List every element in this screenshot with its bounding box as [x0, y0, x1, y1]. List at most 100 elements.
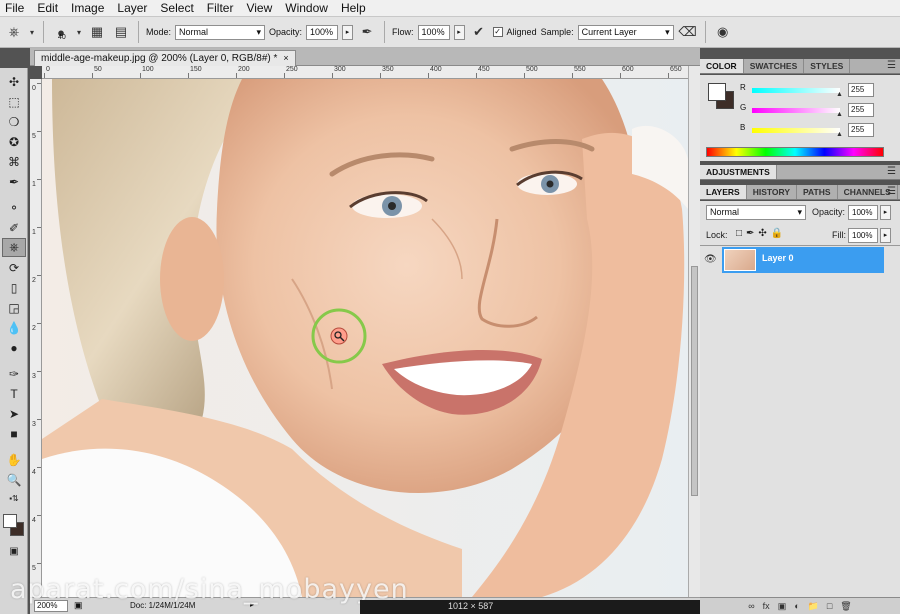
ruler-label: 200: [238, 66, 250, 73]
blue-gradient: [752, 128, 840, 133]
pressure-size-icon[interactable]: ◉: [713, 22, 733, 42]
quick-selection-tool-icon[interactable]: ✪: [2, 132, 26, 151]
crop-tool-icon[interactable]: ⌘: [2, 152, 26, 171]
clone-stamp-preset-icon[interactable]: ⎈: [4, 22, 24, 42]
vertical-scrollbar[interactable]: [688, 66, 700, 597]
menu-file[interactable]: File: [0, 0, 32, 16]
mode-dropdown[interactable]: Normal: [175, 24, 266, 40]
menu-edit[interactable]: Edit: [32, 0, 66, 16]
opacity-arrow-button[interactable]: ▸: [342, 24, 354, 40]
tab-history[interactable]: HISTORY: [747, 185, 798, 199]
menu-filter[interactable]: Filter: [202, 0, 242, 16]
tab-styles[interactable]: STYLES: [804, 59, 851, 73]
menu-window[interactable]: Window: [280, 0, 336, 16]
default-colors-icon[interactable]: ▪⇅: [2, 492, 26, 504]
red-gradient: [752, 88, 840, 93]
color-spectrum-bar[interactable]: [706, 147, 884, 157]
red-value-field[interactable]: 255: [848, 83, 874, 97]
dimension-readout: 1012 × 587: [448, 601, 494, 611]
spot-healing-tool-icon[interactable]: ⚬: [2, 198, 26, 217]
green-label: G: [740, 103, 747, 112]
slider-knob-icon[interactable]: ▲: [836, 91, 843, 98]
ruler-label: 5: [32, 133, 36, 140]
dropdown-arrow-icon[interactable]: ▾: [75, 22, 83, 42]
history-brush-tool-icon[interactable]: ⟳: [2, 258, 26, 277]
slider-knob-icon[interactable]: ▲: [836, 111, 843, 118]
ruler-label: 2: [32, 325, 36, 332]
menu-help[interactable]: Help: [336, 0, 374, 16]
menu-select[interactable]: Select: [155, 0, 201, 16]
link-layers-icon[interactable]: ∞: [748, 601, 754, 611]
group-folder-icon[interactable]: 📁: [808, 601, 819, 612]
menu-layer[interactable]: Layer: [112, 0, 155, 16]
panel-menu-icon[interactable]: ☰: [887, 185, 896, 199]
fill-field[interactable]: 100%: [848, 228, 878, 243]
airbrush-icon[interactable]: ✔: [469, 22, 489, 42]
trash-icon[interactable]: 🗑: [840, 601, 851, 612]
move-tool-icon[interactable]: ✣: [2, 72, 26, 91]
slider-knob-icon[interactable]: ▲: [836, 131, 843, 138]
toggle-brush-panel-icon[interactable]: ▦: [87, 22, 107, 42]
flow-field[interactable]: 100%: [417, 24, 450, 40]
lock-options-icon[interactable]: □✒✣🔒: [736, 228, 787, 239]
tab-adjustments[interactable]: ADJUSTMENTS: [700, 165, 777, 179]
tab-layers[interactable]: LAYERS: [700, 185, 747, 199]
eye-visibility-icon[interactable]: 👁: [704, 254, 717, 265]
tab-swatches[interactable]: SWATCHES: [744, 59, 805, 73]
menu-view[interactable]: View: [241, 0, 280, 16]
layer-opacity-field[interactable]: 100%: [848, 205, 878, 220]
panel-menu-icon[interactable]: ☰: [887, 165, 896, 179]
layer-row[interactable]: Layer 0: [722, 247, 884, 273]
fill-arrow[interactable]: ▸: [880, 228, 891, 243]
scrollbar-thumb[interactable]: [691, 266, 698, 496]
ruler-label: 350: [382, 66, 394, 73]
type-tool-icon[interactable]: T: [2, 384, 26, 403]
clone-source-panel-icon[interactable]: ▤: [111, 22, 131, 42]
adjustment-layer-icon[interactable]: ◐: [794, 601, 799, 611]
aligned-checkbox[interactable]: ✓: [492, 27, 503, 37]
document-tab[interactable]: middle-age-makeup.jpg @ 200% (Layer 0, R…: [34, 50, 296, 66]
dodge-tool-icon[interactable]: ●: [2, 338, 26, 357]
menu-image[interactable]: Image: [66, 0, 112, 16]
foreground-color-swatch[interactable]: [3, 514, 17, 528]
tab-paths[interactable]: PATHS: [797, 185, 838, 199]
flow-label: Flow:: [392, 27, 414, 37]
fx-icon[interactable]: fx: [763, 601, 770, 611]
lasso-tool-icon[interactable]: ❍: [2, 112, 26, 131]
rectangle-tool-icon[interactable]: ■: [2, 424, 26, 443]
sample-dropdown[interactable]: Current Layer: [577, 24, 674, 40]
marquee-tool-icon[interactable]: ⬚: [2, 92, 26, 111]
green-gradient: [752, 108, 840, 113]
pressure-opacity-icon[interactable]: ✒: [357, 22, 377, 42]
opacity-field[interactable]: 100%: [306, 24, 339, 40]
ruler-label: 2: [32, 277, 36, 284]
hand-tool-icon[interactable]: ✋: [2, 450, 26, 469]
paint-bucket-tool-icon[interactable]: ◲: [2, 298, 26, 317]
layer-opacity-arrow[interactable]: ▸: [880, 205, 891, 220]
tab-color[interactable]: COLOR: [700, 59, 744, 73]
document-title: middle-age-makeup.jpg @ 200% (Layer 0, R…: [41, 53, 278, 64]
blur-tool-icon[interactable]: 💧: [2, 318, 26, 337]
blend-mode-dropdown[interactable]: Normal: [706, 205, 806, 220]
blue-value-field[interactable]: 255: [848, 123, 874, 137]
green-value-field[interactable]: 255: [848, 103, 874, 117]
close-icon[interactable]: ×: [283, 53, 288, 63]
zoom-tool-icon[interactable]: 🔍: [2, 470, 26, 489]
panel-menu-icon[interactable]: ☰: [887, 59, 896, 73]
new-layer-icon[interactable]: □: [827, 601, 832, 611]
eyedropper-tool-icon[interactable]: ✒: [2, 172, 26, 191]
image-canvas[interactable]: [42, 79, 688, 597]
clone-stamp-tool-icon[interactable]: ⎈: [2, 238, 26, 257]
ruler-label: 250: [286, 66, 298, 73]
pen-tool-icon[interactable]: ✑: [2, 364, 26, 383]
ignore-adjustment-layers-icon[interactable]: ⌫: [678, 22, 698, 42]
color-fg-swatch[interactable]: [708, 83, 726, 101]
brush-tool-icon[interactable]: ✐: [2, 218, 26, 237]
layer-mask-icon[interactable]: ▣: [778, 601, 787, 612]
quick-mask-icon[interactable]: ▣: [2, 542, 26, 561]
eraser-tool-icon[interactable]: ▯: [2, 278, 26, 297]
ruler-label: 650: [670, 66, 682, 73]
flow-arrow-button[interactable]: ▸: [453, 24, 465, 40]
dropdown-arrow-icon[interactable]: ▾: [28, 22, 36, 42]
path-selection-tool-icon[interactable]: ➤: [2, 404, 26, 423]
